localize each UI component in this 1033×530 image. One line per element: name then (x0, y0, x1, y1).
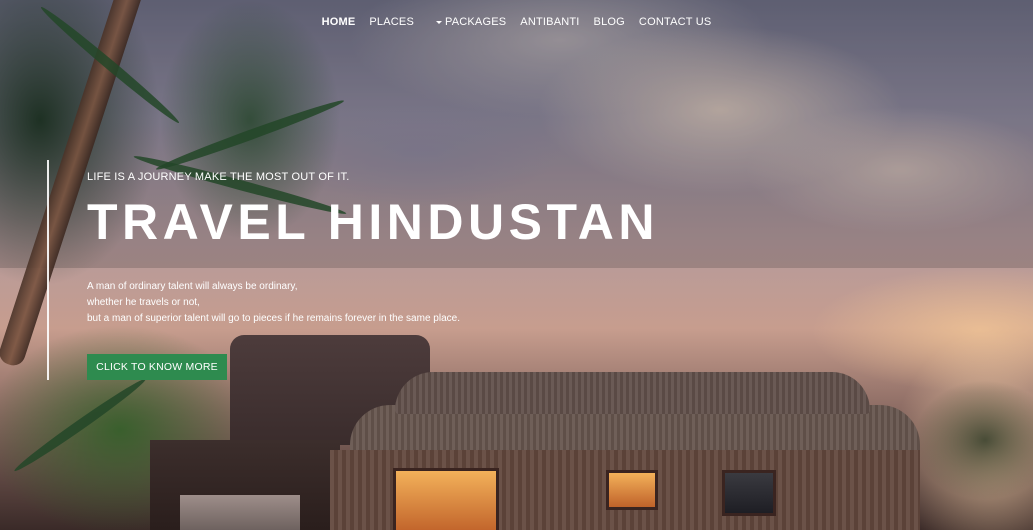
hero-tagline: LIFE IS A JOURNEY MAKE THE MOST OUT OF I… (87, 171, 350, 183)
quote-line: whether he travels or not, (87, 297, 200, 308)
nav-item-contact-us[interactable]: CONTACT US (632, 16, 719, 28)
quote-line: but a man of superior talent will go to … (87, 313, 460, 324)
nav-item-label: PLACES (369, 16, 414, 28)
nav-item-blog[interactable]: BLOG (587, 16, 632, 28)
quote-line: A man of ordinary talent will always be … (87, 281, 298, 292)
nav-item-places[interactable]: PLACES (362, 16, 421, 28)
houseboat-roof-upper (395, 372, 870, 414)
water (180, 495, 300, 530)
houseboat-window (722, 470, 776, 516)
distant-trees (913, 380, 1033, 500)
hero-title: TRAVEL HINDUSTAN (87, 194, 659, 250)
nav-item-antibanti[interactable]: ANTIBANTI (513, 16, 586, 28)
main-nav: HOME PLACES PACKAGES ANTIBANTI BLOG CONT… (0, 0, 1033, 44)
nav-list: HOME PLACES PACKAGES ANTIBANTI BLOG CONT… (315, 16, 719, 28)
nav-item-label: CONTACT US (638, 16, 712, 28)
nav-item-label: ANTIBANTI (520, 16, 580, 28)
know-more-button[interactable]: CLICK TO KNOW MORE (87, 354, 227, 380)
caret-down-icon (435, 20, 442, 24)
nav-item-home[interactable]: HOME (315, 16, 363, 28)
hero-quote: A man of ordinary talent will always be … (87, 279, 460, 327)
nav-item-packages[interactable]: PACKAGES (421, 16, 513, 28)
hero-background-image (0, 0, 1033, 530)
houseboat-window (606, 470, 658, 510)
nav-item-label: HOME (321, 16, 356, 28)
houseboat-window (393, 468, 499, 530)
hero-accent-line (47, 160, 49, 380)
nav-item-label: BLOG (593, 16, 625, 28)
nav-item-label: PACKAGES (444, 16, 507, 28)
